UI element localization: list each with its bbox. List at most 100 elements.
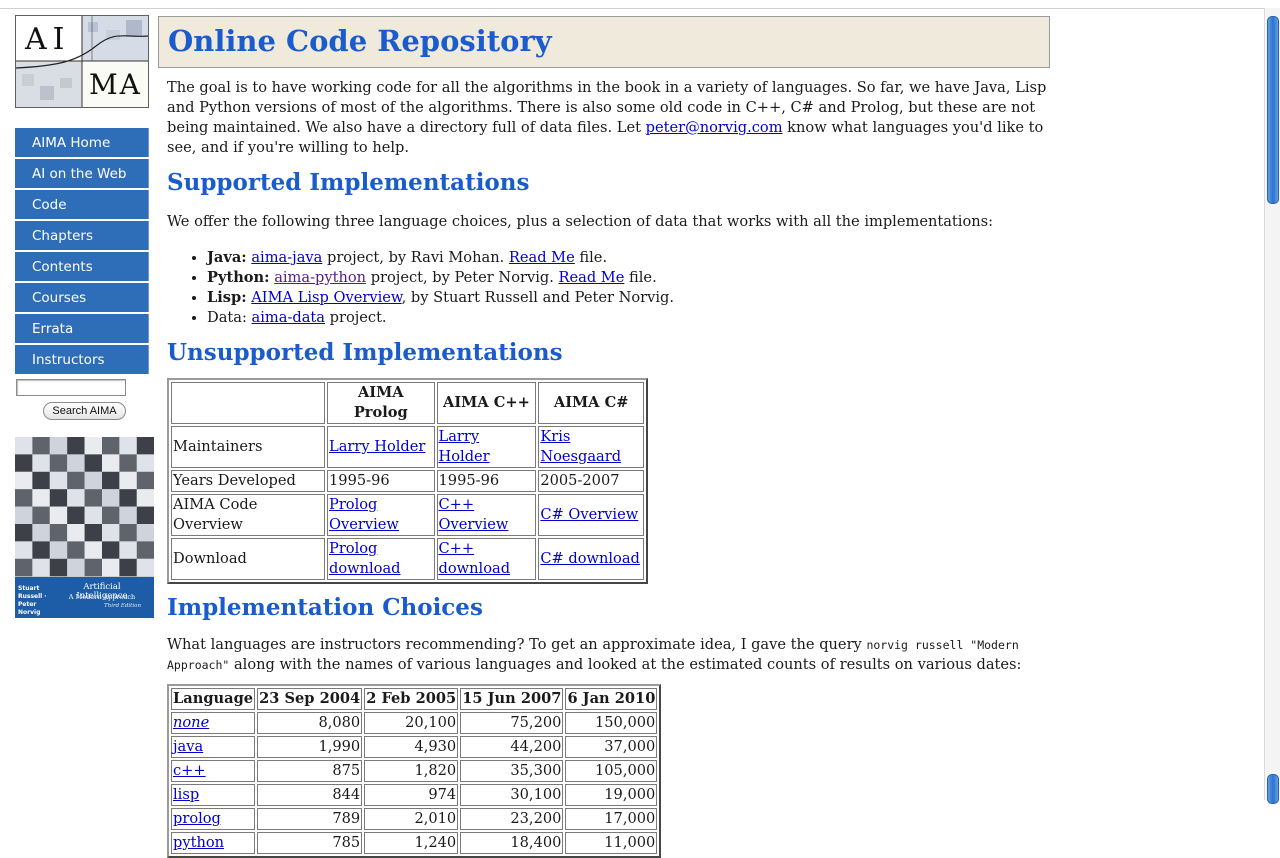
column-header: 15 Jun 2007	[460, 688, 564, 710]
sidebar-item-ai-on-the-web[interactable]: AI on the Web	[15, 159, 149, 188]
chess-square	[102, 506, 120, 524]
maintainer-link[interactable]: Larry Holder	[439, 428, 490, 465]
chess-square	[84, 524, 102, 542]
chess-square	[32, 541, 50, 559]
aima-data-link[interactable]: aima-data	[252, 309, 325, 326]
table-row: python 785 1,240 18,400 11,000	[171, 832, 658, 854]
sidebar-nav: AIMA Home AI on the Web Code Chapters Co…	[15, 128, 149, 376]
chess-square	[119, 454, 137, 472]
download-link[interactable]: Prolog download	[329, 540, 401, 577]
table-cell: 1995-96	[436, 470, 537, 492]
download-link[interactable]: C++ download	[439, 540, 511, 577]
count-cell: 844	[257, 784, 363, 806]
count-cell: 17,000	[565, 808, 658, 830]
count-cell: 150,000	[565, 712, 658, 734]
count-cell: 4,930	[364, 736, 459, 758]
chess-square	[102, 489, 120, 507]
count-cell: 35,300	[460, 760, 564, 782]
table-row: Download Prolog download C++ download C#…	[171, 538, 644, 580]
aima-java-link[interactable]: aima-java	[251, 249, 322, 266]
count-cell: 11,000	[565, 832, 658, 854]
column-header: 6 Jan 2010	[565, 688, 658, 710]
title-box: Online Code Repository	[158, 16, 1050, 68]
table-row: lisp 844 974 30,100 19,000	[171, 784, 658, 806]
language-link[interactable]: none	[173, 714, 209, 731]
overview-link[interactable]: Prolog Overview	[329, 496, 399, 533]
chess-square	[15, 524, 33, 542]
overview-link[interactable]: C++ Overview	[439, 496, 509, 533]
sidebar-item-courses[interactable]: Courses	[15, 283, 149, 312]
vertical-scrollbar[interactable]	[1264, 8, 1280, 804]
lisp-text-end: , by Stuart Russell and Peter Norvig.	[401, 289, 674, 306]
count-cell: 2,010	[364, 808, 459, 830]
table-row: none 8,080 20,100 75,200 150,000	[171, 712, 658, 734]
chess-square	[84, 558, 102, 577]
email-link[interactable]: peter@norvig.com	[646, 119, 783, 136]
supported-heading: Supported Implementations	[167, 169, 530, 196]
chess-square	[49, 524, 68, 542]
language-link[interactable]: java	[173, 738, 203, 755]
java-text: project, by Ravi Mohan.	[322, 249, 509, 266]
chess-square	[49, 558, 68, 577]
chess-square	[15, 506, 33, 524]
search-input[interactable]	[16, 379, 126, 396]
aima-lisp-overview-link[interactable]: AIMA Lisp Overview	[251, 289, 401, 306]
sidebar-item-chapters[interactable]: Chapters	[15, 221, 149, 250]
count-cell: 974	[364, 784, 459, 806]
sidebar-item-contents[interactable]: Contents	[15, 252, 149, 281]
chess-square	[67, 524, 85, 542]
list-item-python: Python: aima-python project, by Peter No…	[207, 268, 1050, 288]
table-row: Years Developed 1995-96 1995-96 2005-200…	[171, 470, 644, 492]
supported-list: Java: aima-java project, by Ravi Mohan. …	[158, 248, 1050, 328]
chess-square	[136, 471, 154, 490]
sidebar-item-aima-home[interactable]: AIMA Home	[15, 128, 149, 157]
count-cell: 1,990	[257, 736, 363, 758]
language-link[interactable]: python	[173, 834, 224, 851]
python-label: Python:	[207, 269, 270, 286]
chess-square	[119, 506, 137, 524]
count-cell: 105,000	[565, 760, 658, 782]
list-item-data: Data: aima-data project.	[207, 308, 1050, 328]
language-link[interactable]: lisp	[173, 786, 199, 803]
chess-square	[119, 489, 137, 507]
aima-python-link[interactable]: aima-python	[274, 269, 366, 286]
chess-square	[119, 437, 137, 455]
python-text: project, by Peter Norvig.	[366, 269, 559, 286]
column-header	[171, 382, 325, 424]
download-link[interactable]: C# download	[540, 550, 640, 567]
python-text-end: file.	[624, 269, 657, 286]
chess-square	[49, 489, 68, 507]
maintainer-link[interactable]: Kris Noesgaard	[540, 428, 621, 465]
chess-square	[15, 454, 33, 472]
scrollbar-thumb[interactable]	[1267, 16, 1279, 204]
window-top-edge	[0, 0, 1264, 9]
sidebar-item-instructors[interactable]: Instructors	[15, 345, 149, 374]
overview-link[interactable]: C# Overview	[540, 506, 638, 523]
java-text-end: file.	[574, 249, 608, 266]
chess-square	[136, 558, 154, 577]
count-cell: 875	[257, 760, 363, 782]
book-cover-image[interactable]: Stuart Russell · Peter Norvig Artificial…	[15, 437, 154, 618]
sidebar-item-errata[interactable]: Errata	[15, 314, 149, 343]
java-readme-link[interactable]: Read Me	[509, 249, 575, 266]
table-row: Maintainers Larry Holder Larry Holder Kr…	[171, 426, 644, 468]
chess-square	[136, 524, 154, 542]
python-readme-link[interactable]: Read Me	[559, 269, 625, 286]
search-aima-button[interactable]: Search AIMA	[43, 402, 126, 420]
count-cell: 20,100	[364, 712, 459, 734]
choices-paragraph: What languages are instructors recommend…	[167, 635, 1047, 675]
sidebar-item-code[interactable]: Code	[15, 190, 149, 219]
chess-square	[102, 437, 120, 455]
chess-square	[15, 489, 33, 507]
language-link[interactable]: c++	[173, 762, 206, 779]
chess-square	[32, 489, 50, 507]
row-label: Years Developed	[171, 470, 325, 492]
chess-square	[32, 524, 50, 542]
chess-square	[84, 454, 102, 472]
aima-logo[interactable]: AI MA	[15, 15, 149, 108]
count-cell: 1,240	[364, 832, 459, 854]
chess-square	[15, 437, 33, 455]
chess-square	[136, 506, 154, 524]
maintainer-link[interactable]: Larry Holder	[329, 438, 425, 455]
language-link[interactable]: prolog	[173, 810, 221, 827]
